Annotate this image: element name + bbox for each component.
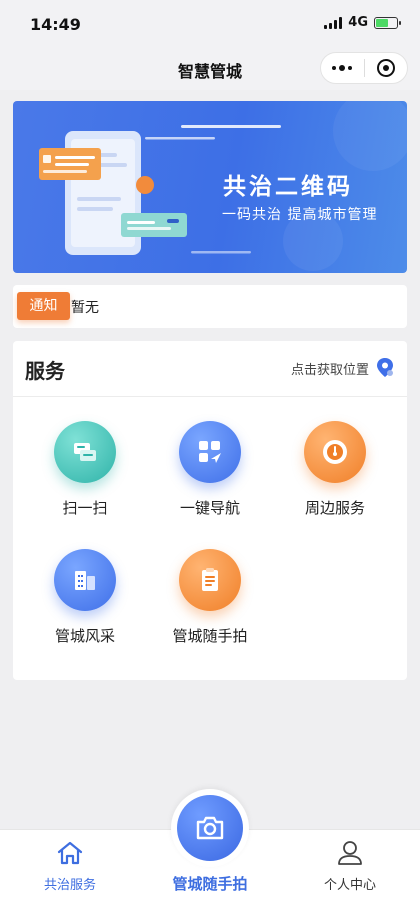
status-time: 14:49 <box>30 15 81 34</box>
service-navigation[interactable]: 一键导航 <box>155 421 265 518</box>
service-snapshot[interactable]: 管城随手拍 <box>155 549 265 646</box>
nav-bar: 智慧管城 <box>0 48 420 90</box>
mini-program-capsule <box>320 52 408 84</box>
services-divider <box>13 396 407 397</box>
services-card: 服务 点击获取位置 扫一扫 一键导航 周边服务 管城风采 管城随手拍 <box>13 341 407 680</box>
clipboard-icon <box>179 549 241 611</box>
tab-profile-label: 个人中心 <box>323 878 376 893</box>
close-button[interactable] <box>365 53 408 83</box>
nearby-icon <box>304 421 366 483</box>
service-label: 管城风采 <box>54 627 115 645</box>
user-icon <box>338 841 362 865</box>
notice-bar[interactable]: 通知 暂无 <box>13 285 407 328</box>
location-label: 点击获取位置 <box>290 362 369 378</box>
tab-home[interactable]: 共治服务 <box>15 840 125 893</box>
banner-title: 共治二维码 <box>223 174 353 200</box>
tab-home-label: 共治服务 <box>43 878 96 893</box>
battery-icon <box>374 16 401 29</box>
home-icon <box>57 841 83 865</box>
status-indicators: 4G <box>324 15 401 30</box>
signal-icon <box>324 16 343 29</box>
camera-button[interactable] <box>171 789 249 867</box>
service-scan[interactable]: 扫一扫 <box>30 421 140 518</box>
banner-subtitle: 一码共治 提高城市管理 <box>222 207 378 223</box>
service-city-style[interactable]: 管城风采 <box>30 549 140 646</box>
navigation-icon <box>179 421 241 483</box>
service-label: 一键导航 <box>179 499 240 517</box>
buildings-icon <box>54 549 116 611</box>
service-nearby[interactable]: 周边服务 <box>280 421 390 518</box>
qr-banner[interactable]: 共治二维码 一码共治 提高城市管理 <box>13 101 407 273</box>
location-pin-icon <box>377 358 393 377</box>
scan-icon <box>54 421 116 483</box>
notice-text: 暂无 <box>71 300 99 316</box>
target-circle-icon <box>376 59 395 77</box>
tab-snapshot-label: 管城随手拍 <box>172 875 248 893</box>
services-title: 服务 <box>25 359 65 383</box>
service-label: 周边服务 <box>304 499 365 517</box>
camera-icon-wrap <box>177 795 243 861</box>
notice-tag: 通知 <box>17 292 70 320</box>
tab-snapshot[interactable]: 管城随手拍 <box>171 789 249 893</box>
service-label: 扫一扫 <box>62 499 108 517</box>
network-type: 4G <box>348 15 368 30</box>
more-button[interactable] <box>321 53 364 83</box>
tab-profile[interactable]: 个人中心 <box>295 840 405 893</box>
more-dots-icon <box>332 65 353 71</box>
status-bar: 14:49 4G <box>0 0 420 48</box>
camera-icon <box>196 816 224 840</box>
service-label: 管城随手拍 <box>172 627 248 645</box>
get-location-button[interactable]: 点击获取位置 <box>291 357 395 379</box>
